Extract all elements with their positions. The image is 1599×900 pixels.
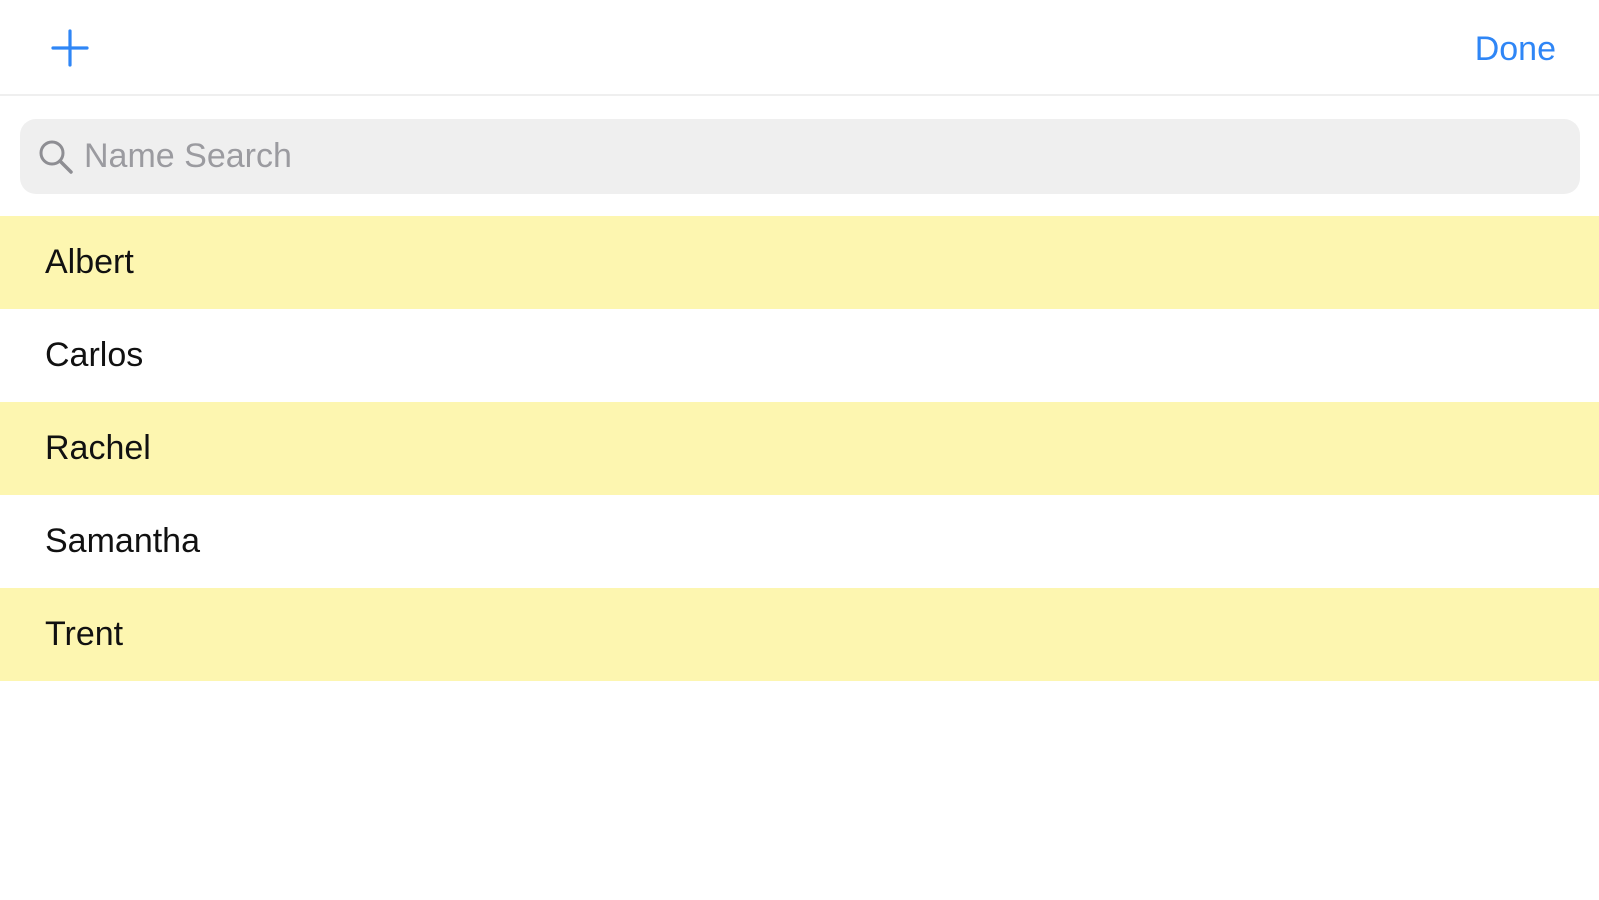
name-label: Trent [45,615,124,653]
list-item-albert[interactable]: Albert [0,216,1599,309]
list-item-carlos[interactable]: Carlos [0,309,1599,402]
navigation-bar: Done [0,0,1599,96]
done-button[interactable]: Done [1475,28,1556,70]
name-label: Samantha [45,522,200,560]
list-item-rachel[interactable]: Rachel [0,402,1599,495]
name-search-bar[interactable] [20,119,1580,194]
name-search-input[interactable] [84,132,1534,180]
name-label: Carlos [45,336,144,374]
search-icon [35,136,77,178]
name-label: Rachel [45,429,151,467]
name-label: Albert [45,243,134,281]
list-item-samantha[interactable]: Samantha [0,495,1599,588]
plus-icon [50,28,90,73]
list-item-trent[interactable]: Trent [0,588,1599,681]
name-list: Albert Carlos Rachel Samantha Trent [0,216,1599,681]
add-name-button[interactable] [40,22,100,78]
names-screen: Done Albert Carlos Rachel Samantha Trent [0,0,1599,900]
